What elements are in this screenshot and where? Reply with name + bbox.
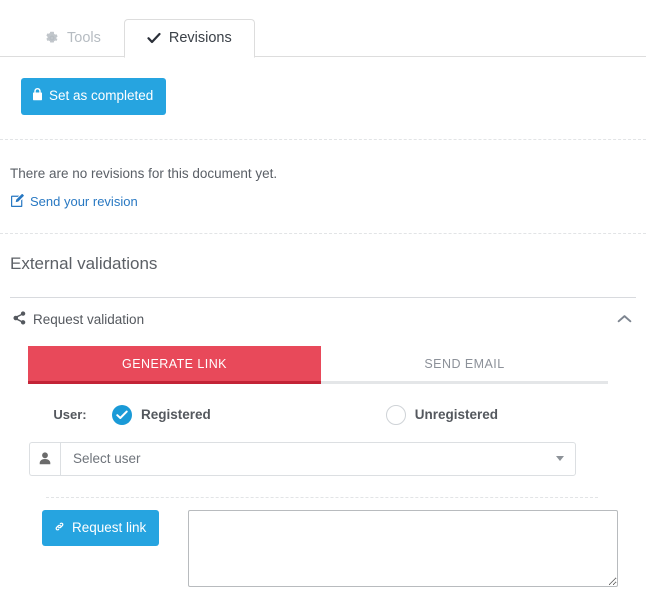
- radio-unregistered-indicator: [385, 404, 406, 425]
- send-revision-row: Send your revision: [10, 183, 636, 210]
- tab-send-email[interactable]: SEND EMAIL: [321, 345, 608, 384]
- user-type-radio-row: User: Registered Unregistered: [28, 384, 636, 425]
- tab-generate-link[interactable]: GENERATE LINK: [28, 345, 321, 384]
- no-revisions-message: There are no revisions for this document…: [10, 165, 278, 181]
- generate-link-form: User: Registered Unregistered Select use…: [10, 384, 636, 587]
- revisions-panel-body: Set as completed There are no revisions …: [0, 57, 646, 587]
- user-icon: [29, 441, 60, 476]
- select-user-group: Select user: [29, 441, 576, 476]
- send-your-revision-link[interactable]: Send your revision: [11, 193, 138, 210]
- check-icon: [147, 32, 161, 44]
- request-validation-header-left: Request validation: [12, 310, 145, 328]
- set-as-completed-button[interactable]: Set as completed: [21, 78, 167, 115]
- radio-registered-label: Registered: [141, 407, 211, 422]
- radio-unregistered[interactable]: Unregistered: [385, 404, 499, 425]
- request-link-label: Request link: [72, 519, 147, 535]
- send-your-revision-label: Send your revision: [30, 194, 138, 209]
- tab-revisions-label: Revisions: [168, 30, 232, 46]
- external-validations-title: External validations: [10, 253, 158, 273]
- chain-link-icon: [53, 520, 66, 536]
- lock-icon: [32, 88, 43, 104]
- tab-revisions[interactable]: Revisions: [123, 19, 255, 58]
- set-as-completed-label: Set as completed: [49, 88, 154, 103]
- edit-pencil-square-icon: [11, 193, 24, 210]
- validation-mode-tabs: GENERATE LINK SEND EMAIL: [28, 345, 608, 384]
- radio-registered-indicator: [112, 404, 132, 425]
- gear-icon: [45, 31, 59, 45]
- chevron-up-icon[interactable]: [617, 314, 632, 324]
- request-link-row: Request link: [28, 498, 636, 587]
- radio-registered[interactable]: Registered: [112, 404, 211, 425]
- caret-down-icon: [556, 456, 564, 461]
- request-validation-label: Request validation: [33, 311, 145, 327]
- generated-link-textarea[interactable]: [188, 509, 619, 587]
- select-user-dropdown[interactable]: Select user: [60, 441, 576, 476]
- tab-tools-label: Tools: [67, 30, 101, 46]
- tab-tools[interactable]: Tools: [22, 19, 124, 58]
- tab-strip: Tools Revisions: [0, 0, 646, 58]
- request-validation-panel-header[interactable]: Request validation: [10, 298, 636, 340]
- user-label: User:: [53, 407, 87, 422]
- request-link-button[interactable]: Request link: [42, 509, 160, 546]
- select-user-placeholder: Select user: [73, 451, 141, 466]
- radio-unregistered-label: Unregistered: [414, 407, 499, 422]
- share-alt-icon: [12, 310, 26, 328]
